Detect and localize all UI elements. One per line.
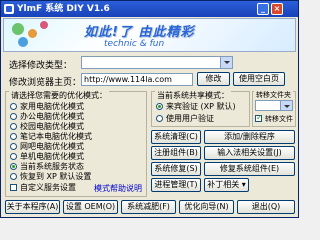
radio-icon	[10, 173, 17, 180]
optimize-option-selected[interactable]: 当前系统服务状态	[10, 162, 84, 172]
banner-tagline: technic & fun	[104, 39, 165, 49]
radio-icon	[10, 153, 17, 160]
share-option-selected[interactable]: 来宾验证 (XP 默认)	[156, 102, 236, 112]
blank-page-button[interactable]: 使用空白页	[233, 72, 285, 86]
optimize-mode-title: 请选择您需要的优化模式：	[9, 90, 109, 101]
transfer-file-checkbox[interactable]: 转移文件	[255, 113, 293, 124]
transfer-folder-select[interactable]	[255, 100, 293, 111]
optimize-option[interactable]: 家用电脑优化模式	[10, 102, 84, 112]
transfer-folder-title: 转移文件夹	[254, 90, 293, 100]
optimize-option[interactable]: 办公电脑优化模式	[10, 112, 84, 122]
radio-selected-icon	[10, 163, 17, 170]
mode-help-link[interactable]: 模式帮助说明	[94, 183, 142, 194]
homepage-input[interactable]: http://www.114la.com	[81, 73, 193, 86]
banner-slogan: 如此!了 由此精彩	[84, 25, 195, 40]
patch-related-button[interactable]: 补丁相关 ▾	[204, 178, 249, 192]
process-manager-button[interactable]: 进程管理(T)	[151, 178, 201, 192]
type-select-label: 选择修改类型：	[9, 61, 73, 71]
checkbox-checked-icon	[255, 113, 263, 123]
decor-circle-icon	[28, 29, 37, 38]
type-select[interactable]	[81, 56, 233, 69]
optimize-option[interactable]: 笔记本电脑优化模式	[10, 132, 92, 142]
modify-homepage-button[interactable]: 修改	[197, 72, 230, 86]
app-icon	[4, 4, 14, 14]
optimize-wizard-button[interactable]: 优化向导(N)	[179, 200, 234, 214]
radio-icon	[10, 113, 17, 120]
chevron-down-icon[interactable]	[280, 101, 292, 110]
custom-service-checkbox[interactable]: 自定义服务设置	[10, 183, 76, 193]
decor-circle-icon	[18, 37, 28, 47]
close-button[interactable]: ×	[271, 3, 283, 15]
decor-circle-icon	[12, 23, 24, 35]
register-component-button[interactable]: 注册组件(B)	[151, 146, 201, 160]
system-clean-button[interactable]: 系统清理(C)	[151, 130, 201, 144]
optimize-option[interactable]: 网吧电脑优化模式	[10, 142, 84, 152]
transfer-folder-group: 转移文件夹 转移文件	[252, 90, 296, 127]
radio-icon	[10, 123, 17, 130]
chevron-down-icon[interactable]	[220, 57, 232, 68]
system-slim-button[interactable]: 系统减肥(F)	[121, 200, 176, 214]
repair-components-button[interactable]: 修复系统组件(E)	[204, 162, 295, 176]
minimize-button[interactable]: _	[257, 3, 269, 15]
radio-icon	[10, 143, 17, 150]
share-option[interactable]: 使用用户验证	[156, 114, 214, 124]
about-button[interactable]: 关于本程序(A)	[5, 200, 60, 214]
main-window: YlmF 系统 DIY V1.6 _ × 如此!了 由此精彩 technic &…	[0, 0, 299, 218]
system-repair-button[interactable]: 系统修复(S)	[151, 162, 201, 176]
optimize-mode-group: 请选择您需要的优化模式： 家用电脑优化模式 办公电脑优化模式 校园电脑优化模式 …	[5, 90, 147, 197]
homepage-label: 修改浏览器主页：	[9, 78, 82, 88]
decor-circle-icon	[40, 21, 48, 29]
radio-icon	[156, 115, 163, 122]
radio-icon	[10, 103, 17, 110]
title-bar: YlmF 系统 DIY V1.6 _ ×	[1, 1, 298, 17]
optimize-option[interactable]: 单机电脑优化模式	[10, 152, 84, 162]
radio-selected-icon	[156, 103, 163, 110]
radio-icon	[10, 133, 17, 140]
optimize-option[interactable]: 恢复到 XP 默认设置	[10, 172, 91, 182]
ime-settings-button[interactable]: 输入法相关设置(J)	[204, 146, 295, 160]
exit-button[interactable]: 退出(Q)	[237, 200, 295, 214]
oem-settings-button[interactable]: 设置 OEM(O)	[63, 200, 118, 214]
optimize-option[interactable]: 校园电脑优化模式	[10, 122, 84, 132]
share-mode-group: 当前系统共享模式： 来宾验证 (XP 默认) 使用用户验证	[151, 90, 250, 127]
checkbox-icon	[10, 184, 17, 191]
window-title: YlmF 系统 DIY V1.6	[17, 4, 110, 14]
add-remove-programs-button[interactable]: 添加/删除程序	[204, 130, 295, 144]
banner: 如此!了 由此精彩 technic & fun	[3, 18, 296, 52]
share-mode-title: 当前系统共享模式：	[155, 90, 231, 101]
